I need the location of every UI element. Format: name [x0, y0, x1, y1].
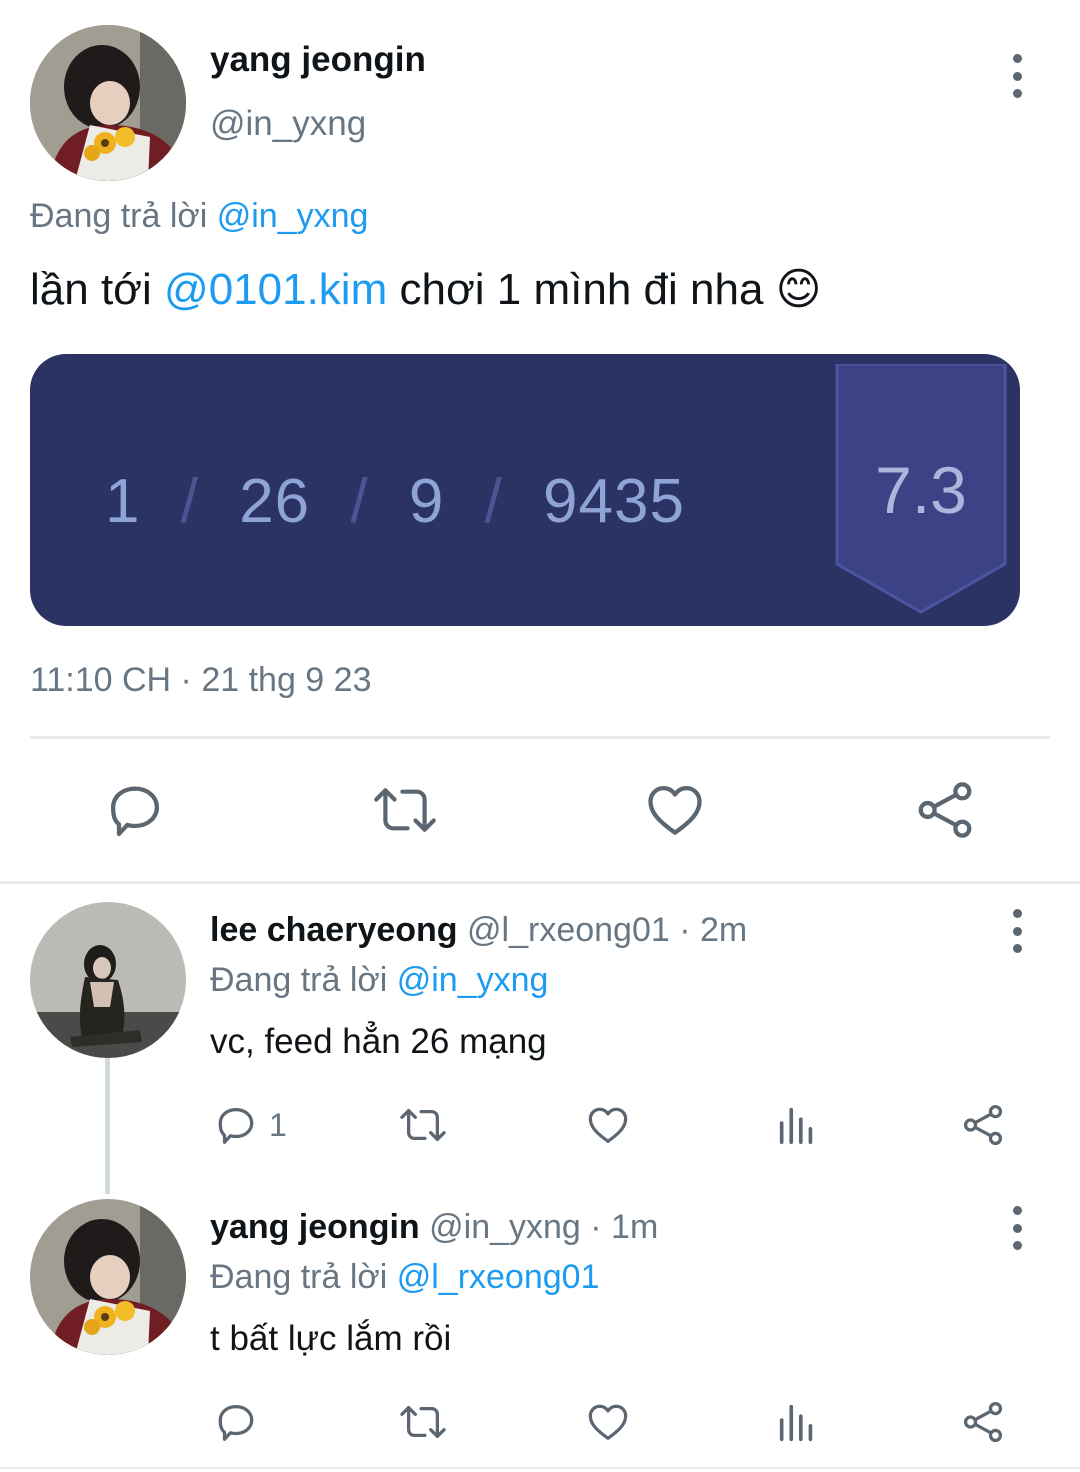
- bar-chart-icon: [779, 1107, 813, 1145]
- retweet-icon: [400, 1405, 446, 1439]
- reply-count: 1: [269, 1106, 287, 1143]
- reply-handle-time[interactable]: @l_rxeong01 · 2m: [467, 911, 747, 949]
- score-value: 7.3: [875, 453, 967, 527]
- retweet-icon: [400, 1108, 446, 1142]
- author-name[interactable]: yang jeongin: [210, 38, 426, 82]
- reply-author-name[interactable]: yang jeongin: [210, 1208, 420, 1246]
- tweet-text-before: lần tới: [30, 265, 152, 314]
- more-options-icon[interactable]: [1007, 1206, 1027, 1250]
- reply-author-name[interactable]: lee chaeryeong: [210, 911, 458, 949]
- share-icon: [918, 782, 972, 838]
- gold-value: 9435: [543, 467, 685, 536]
- smile-emoji: 😊: [775, 265, 822, 314]
- retweet-button[interactable]: [371, 778, 439, 842]
- reply-header: lee chaeryeong @l_rxeong01 · 2m: [210, 908, 747, 952]
- kda-separator: /: [484, 467, 503, 536]
- kda-stats: 1 / 26 / 9 / 9435: [105, 462, 685, 542]
- share-button[interactable]: [960, 1102, 1006, 1148]
- kills-value: 1: [105, 467, 141, 536]
- bar-chart-icon: [779, 1404, 813, 1442]
- author-avatar[interactable]: [30, 25, 186, 181]
- replying-prefix: Đang trả lời: [210, 1258, 388, 1296]
- kda-separator: /: [180, 467, 199, 536]
- reply-author-avatar[interactable]: [30, 902, 186, 1058]
- section-divider: [0, 881, 1080, 884]
- author-handle[interactable]: @in_yxng: [210, 102, 366, 146]
- replying-prefix: Đang trả lời: [210, 961, 388, 999]
- reply-header: yang jeongin @in_yxng · 1m: [210, 1205, 658, 1249]
- share-icon: [963, 1401, 1003, 1443]
- replying-to-line: Đang trả lời @l_rxeong01: [210, 1255, 599, 1299]
- more-options-icon[interactable]: [1007, 909, 1027, 953]
- share-button[interactable]: [913, 778, 977, 842]
- replying-prefix: Đang trả lời: [30, 197, 208, 235]
- speech-bubble-icon: [218, 1405, 254, 1441]
- share-icon: [963, 1104, 1003, 1146]
- speech-bubble-icon: [218, 1108, 254, 1144]
- heart-icon: [588, 1404, 628, 1440]
- reply-text: vc, feed hẳn 26 mạng: [210, 1022, 547, 1061]
- assists-value: 9: [408, 467, 445, 536]
- retweet-icon: [374, 788, 436, 832]
- reply-button[interactable]: [213, 1399, 259, 1445]
- tweet-timestamp[interactable]: 11:10 CH · 21 thg 9 23: [30, 658, 371, 702]
- replying-to-link[interactable]: @in_yxng: [217, 197, 369, 235]
- views-button[interactable]: [774, 1102, 820, 1148]
- tweet-text-after: chơi 1 mình đi nha: [399, 265, 764, 314]
- bottom-divider: [0, 1467, 1080, 1469]
- reply-text: t bất lực lắm rồi: [210, 1319, 452, 1358]
- share-button[interactable]: [960, 1399, 1006, 1445]
- heart-icon: [588, 1107, 628, 1143]
- thread-line: [105, 1057, 110, 1194]
- kda-separator: /: [350, 467, 369, 536]
- retweet-button[interactable]: [398, 1399, 448, 1445]
- tweet-text: lần tới @0101.kim chơi 1 mình đi nha 😊: [30, 262, 822, 318]
- replying-to-link[interactable]: @in_yxng: [397, 961, 549, 999]
- reply-author-avatar[interactable]: [30, 1199, 186, 1355]
- like-button[interactable]: [643, 778, 707, 842]
- replying-to-line: Đang trả lời @in_yxng: [30, 194, 368, 238]
- more-options-icon[interactable]: [1007, 54, 1027, 98]
- replying-to-link[interactable]: @l_rxeong01: [397, 1258, 600, 1296]
- retweet-button[interactable]: [398, 1102, 448, 1148]
- like-button[interactable]: [585, 1102, 631, 1148]
- replying-to-line: Đang trả lời @in_yxng: [210, 958, 548, 1002]
- reply-handle-time[interactable]: @in_yxng · 1m: [429, 1208, 658, 1246]
- mention-link[interactable]: @0101.kim: [164, 265, 387, 314]
- heart-icon: [648, 786, 702, 835]
- reply-button[interactable]: 1: [213, 1102, 287, 1148]
- views-button[interactable]: [774, 1399, 820, 1445]
- reply-button[interactable]: [103, 778, 167, 842]
- divider: [30, 736, 1050, 739]
- speech-bubble-icon: [110, 786, 159, 837]
- like-button[interactable]: [585, 1399, 631, 1445]
- deaths-value: 26: [239, 467, 311, 536]
- tweet-image[interactable]: 1 / 26 / 9 / 9435 7.3: [30, 354, 1020, 626]
